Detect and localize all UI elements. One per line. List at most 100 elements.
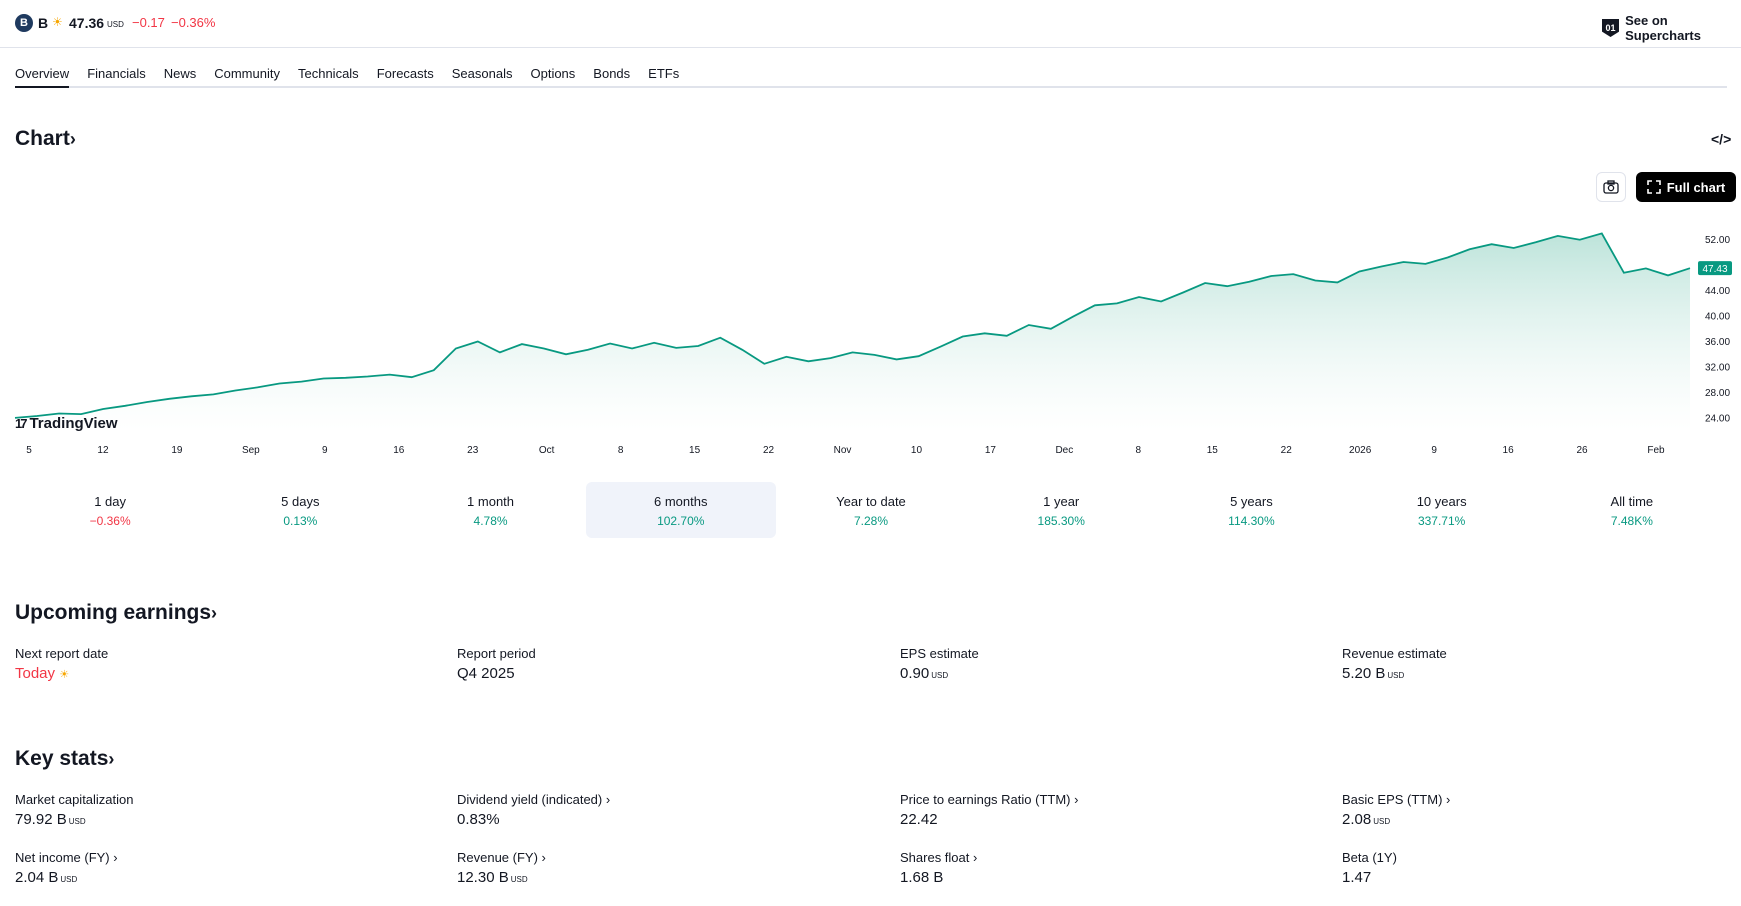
x-tick-label: 16 <box>393 445 405 456</box>
period-6-months[interactable]: 6 months 102.70% <box>585 482 776 538</box>
chevron-right-icon: › <box>605 792 611 807</box>
price-area <box>15 233 1690 430</box>
revenue-estimate: Revenue estimate 5.20 B USD <box>1342 646 1447 682</box>
y-tick-label: 36.00 <box>1705 337 1730 348</box>
symbol-name[interactable]: B <box>38 15 48 31</box>
fullscreen-icon <box>1646 180 1661 194</box>
report-period-value: Q4 2025 <box>457 665 515 682</box>
x-tick-label: 8 <box>618 445 624 456</box>
beta-value: 1.47 <box>1342 869 1372 886</box>
tab-news[interactable]: News <box>164 56 197 88</box>
x-tick-label: Oct <box>539 445 555 456</box>
period-1-day[interactable]: 1 day −0.36% <box>15 482 205 538</box>
tradingview-brand: TradingView <box>29 415 118 432</box>
y-tick-label: 24.00 <box>1705 413 1730 424</box>
net-income: Net income (FY) › 2.04 B USD <box>15 850 118 886</box>
basic-eps-label-text: Basic EPS (TTM) <box>1342 792 1443 807</box>
price-chart[interactable]: 52.0048.0044.0040.0036.0032.0028.0024.00… <box>0 215 1741 460</box>
period-all-time[interactable]: All time 7.48K% <box>1537 482 1727 538</box>
market-cap-value: 79.92 B USD <box>15 811 134 828</box>
x-tick-label: 26 <box>1576 445 1588 456</box>
tradingview-logo-icon: 17 <box>15 416 28 431</box>
basic-eps-label[interactable]: Basic EPS (TTM) › <box>1342 792 1450 807</box>
upcoming-earnings-title[interactable]: Upcoming earnings› <box>15 601 217 625</box>
tab-technicals[interactable]: Technicals <box>298 56 359 88</box>
tab-forecasts[interactable]: Forecasts <box>377 56 434 88</box>
pe-ratio-label-text: Price to earnings Ratio (TTM) <box>900 792 1071 807</box>
market-cap-unit: USD <box>68 817 86 826</box>
next-report-date-label: Next report date <box>15 646 109 661</box>
period-change: 185.30% <box>1037 514 1085 528</box>
shares-float-label[interactable]: Shares float › <box>900 850 977 865</box>
x-tick-label: 2026 <box>1349 445 1372 456</box>
period-1-month[interactable]: 1 month 4.78% <box>395 482 585 538</box>
period-10-years[interactable]: 10 years 337.71% <box>1347 482 1537 538</box>
tab-bonds[interactable]: Bonds <box>593 56 630 88</box>
eps-estimate-label: EPS estimate <box>900 646 979 661</box>
revenue-fy-value: 12.30 B USD <box>457 869 546 886</box>
x-tick-label: 15 <box>689 445 701 456</box>
period-label: 1 month <box>467 494 515 509</box>
x-tick-label: 9 <box>1431 445 1437 456</box>
next-report-date: Next report date Today ☀ <box>15 646 108 682</box>
symbol-header: B B ☀ 47.36 USD −0.17 −0.36% 01 See on S… <box>0 0 1741 48</box>
x-tick-label: 22 <box>763 445 775 456</box>
net-income-number: 2.04 B <box>15 869 59 886</box>
x-tick-label: 8 <box>1136 445 1142 456</box>
basic-eps-unit: USD <box>1373 817 1391 826</box>
chevron-right-icon: › <box>541 850 546 865</box>
period-1-year[interactable]: 1 year 185.30% <box>966 482 1156 538</box>
y-tick-label: 44.00 <box>1705 286 1730 297</box>
last-price: 47.36 <box>69 15 105 31</box>
revenue-fy-unit: USD <box>510 875 528 884</box>
x-tick-label: 9 <box>322 445 328 456</box>
dividend-yield-label[interactable]: Dividend yield (indicated) › <box>457 792 610 807</box>
eps-estimate-unit: USD <box>931 671 949 680</box>
sun-icon: ☀ <box>59 669 70 681</box>
period-year-to-date[interactable]: Year to date 7.28% <box>776 482 966 538</box>
period-change: 7.48K% <box>1610 514 1653 528</box>
shares-float-value: 1.68 B <box>900 869 944 886</box>
see-on-supercharts-button[interactable]: 01 See on Supercharts <box>1602 13 1741 43</box>
symbol-logo: B <box>15 14 33 32</box>
beta-label: Beta (1Y) <box>1342 850 1397 865</box>
tab-etfs[interactable]: ETFs <box>648 56 679 88</box>
report-period: Report period Q4 2025 <box>457 646 536 682</box>
x-tick-label: Feb <box>1647 445 1665 456</box>
chart-section-title[interactable]: Chart› <box>15 127 76 151</box>
chevron-right-icon: › <box>211 603 218 623</box>
pe-ratio-value: 22.42 <box>900 811 938 828</box>
dividend-yield: Dividend yield (indicated) › 0.83% <box>457 792 610 828</box>
net-income-label[interactable]: Net income (FY) › <box>15 850 118 865</box>
revenue-fy-label-text: Revenue (FY) <box>457 850 538 865</box>
period-5-days[interactable]: 5 days 0.13% <box>205 482 395 538</box>
revenue-fy-label[interactable]: Revenue (FY) › <box>457 850 546 865</box>
y-tick-label: 52.00 <box>1705 235 1730 246</box>
dividend-yield-value: 0.83% <box>457 811 500 828</box>
tab-overview[interactable]: Overview <box>15 56 70 88</box>
period-5-years[interactable]: 5 years 114.30% <box>1156 482 1346 538</box>
tab-seasonals[interactable]: Seasonals <box>452 56 513 88</box>
key-stats-title[interactable]: Key stats› <box>15 747 114 771</box>
tab-options[interactable]: Options <box>530 56 575 88</box>
x-tick-label: 17 <box>985 445 997 456</box>
basic-eps-number: 2.08 <box>1342 811 1372 828</box>
x-tick-label: Dec <box>1055 445 1073 456</box>
tab-financials[interactable]: Financials <box>87 56 146 88</box>
eps-estimate-value: 0.90 USD <box>900 665 979 682</box>
chevron-right-icon: › <box>113 850 118 865</box>
eps-estimate-number: 0.90 <box>900 665 930 682</box>
chevron-right-icon: › <box>973 850 978 865</box>
full-chart-button[interactable]: Full chart <box>1636 172 1736 202</box>
supercharts-icon: 01 <box>1602 19 1620 37</box>
x-tick-label: 5 <box>26 445 32 456</box>
tab-community[interactable]: Community <box>214 56 280 88</box>
shares-float: Shares float › 1.68 B <box>900 850 977 886</box>
x-tick-label: 23 <box>467 445 479 456</box>
embed-code-icon[interactable]: </> <box>1711 131 1731 147</box>
period-label: 1 day <box>94 494 127 509</box>
x-tick-label: 16 <box>1503 445 1515 456</box>
pe-ratio-label[interactable]: Price to earnings Ratio (TTM) › <box>900 792 1078 807</box>
snapshot-button[interactable] <box>1596 172 1626 202</box>
net-income-unit: USD <box>60 875 78 884</box>
